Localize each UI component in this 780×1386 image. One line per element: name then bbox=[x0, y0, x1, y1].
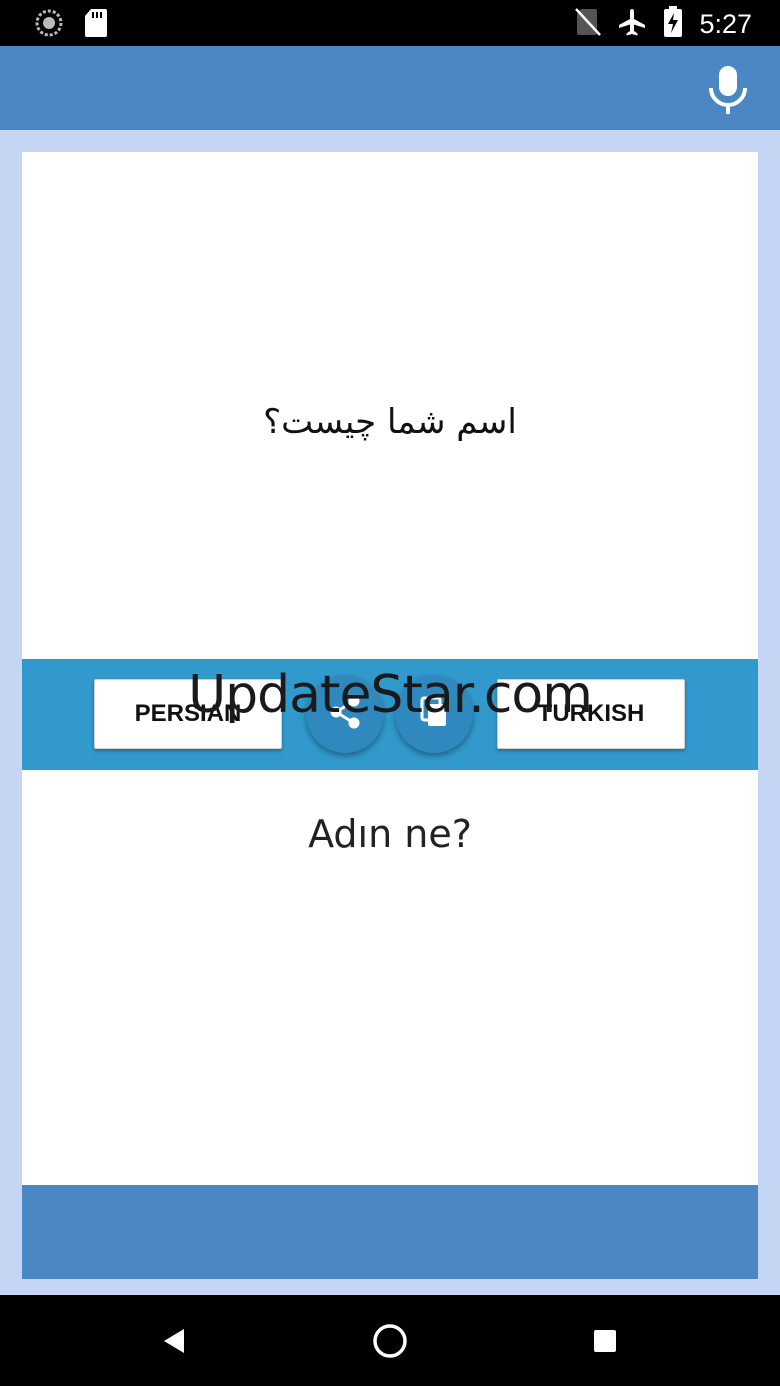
navigation-bar bbox=[0, 1295, 780, 1386]
back-button[interactable] bbox=[152, 1319, 196, 1363]
share-icon bbox=[325, 692, 365, 736]
airplane-icon bbox=[617, 7, 647, 41]
recents-button[interactable] bbox=[583, 1319, 627, 1363]
status-bar: 5:27 bbox=[0, 0, 780, 46]
copy-button[interactable] bbox=[395, 675, 473, 753]
sync-icon bbox=[34, 8, 64, 42]
bottom-banner-area bbox=[22, 1185, 758, 1279]
status-time: 5:27 bbox=[699, 8, 752, 39]
target-text-panel[interactable]: Adın ne? bbox=[22, 770, 758, 1185]
target-text: Adın ne? bbox=[308, 812, 472, 856]
back-icon bbox=[152, 1329, 196, 1367]
source-text: اسم شما چیست؟ bbox=[263, 402, 517, 442]
microphone-button[interactable] bbox=[704, 64, 752, 116]
home-icon bbox=[368, 1324, 412, 1367]
microphone-icon bbox=[704, 66, 752, 120]
no-sim-icon bbox=[575, 8, 602, 40]
share-button[interactable] bbox=[306, 675, 384, 753]
battery-charging-icon bbox=[663, 6, 683, 42]
translator-frame: اسم شما چیست؟ PERSIAN TURKISH UpdateStar… bbox=[0, 130, 780, 1295]
home-button[interactable] bbox=[368, 1319, 412, 1363]
copy-icon bbox=[414, 692, 454, 736]
status-left bbox=[34, 8, 108, 42]
sd-card-icon bbox=[84, 8, 108, 42]
source-language-button[interactable]: PERSIAN bbox=[94, 679, 282, 749]
language-controls-bar: PERSIAN TURKISH UpdateStar.com bbox=[22, 659, 758, 770]
target-language-button[interactable]: TURKISH bbox=[497, 679, 685, 749]
recents-icon bbox=[583, 1330, 627, 1367]
app-bar bbox=[0, 46, 780, 130]
source-text-panel[interactable]: اسم شما چیست؟ bbox=[22, 152, 758, 659]
status-right: 5:27 bbox=[575, 6, 752, 42]
